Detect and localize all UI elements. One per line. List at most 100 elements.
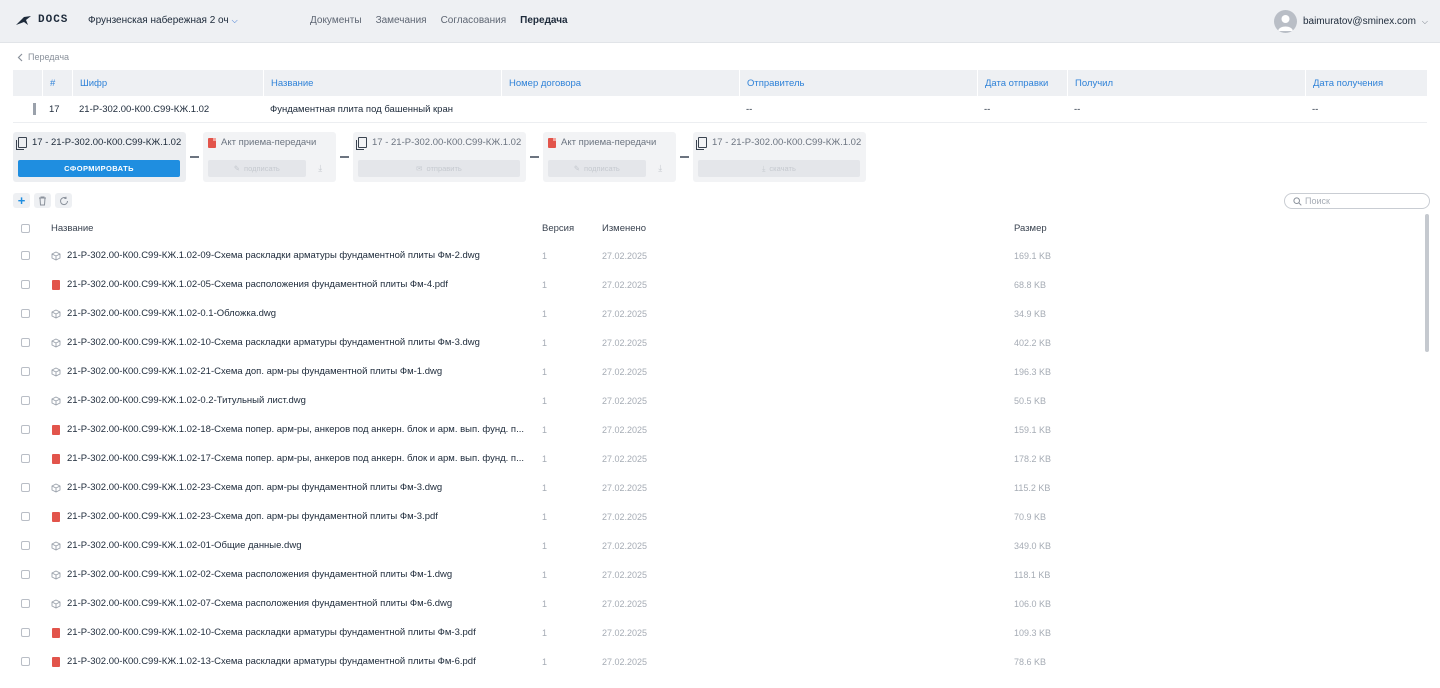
file-toolbar: +	[13, 193, 72, 208]
search-box[interactable]	[1284, 193, 1430, 209]
file-name: 21-Р-302.00-К00.С99-КЖ.1.02-05-Схема рас…	[67, 279, 448, 290]
table-row[interactable]: 21-Р-302.00-К00.С99-КЖ.1.02-23-Схема доп…	[13, 502, 1421, 531]
form-button[interactable]: СФОРМИРОВАТЬ	[18, 160, 180, 177]
step-connector	[186, 156, 203, 158]
table-row[interactable]: 21-Р-302.00-К00.С99-КЖ.1.02-05-Схема рас…	[13, 270, 1421, 299]
logo[interactable]: DOCS	[15, 14, 68, 26]
table-row[interactable]: 21-Р-302.00-К00.С99-КЖ.1.02-0.1-Обложка.…	[13, 299, 1421, 328]
file-name-cell[interactable]: 21-Р-302.00-К00.С99-КЖ.1.02-23-Схема доп…	[51, 482, 542, 493]
row-checkbox[interactable]	[21, 425, 30, 434]
col-header-name[interactable]: Название	[263, 70, 501, 96]
search-input[interactable]	[1305, 196, 1425, 206]
file-size: 118.1 KB	[1014, 569, 1051, 580]
table-row[interactable]: 21-Р-302.00-К00.С99-КЖ.1.02-09-Схема рас…	[13, 241, 1421, 270]
table-row[interactable]: 21-Р-302.00-К00.С99-КЖ.1.02-01-Общие дан…	[13, 531, 1421, 560]
col-header-code[interactable]: Шифр	[72, 70, 263, 96]
col-header-sent-date[interactable]: Дата отправки	[977, 70, 1067, 96]
download-icon[interactable]: ⤓	[310, 160, 331, 177]
col-header-sender[interactable]: Отправитель	[739, 70, 977, 96]
file-version: 1	[542, 424, 548, 435]
row-checkbox[interactable]	[21, 309, 30, 318]
user-icon	[1277, 15, 1293, 31]
download-button[interactable]: ⤓ скачать	[698, 160, 860, 177]
file-version: 1	[542, 453, 548, 464]
table-row[interactable]: 21-Р-302.00-К00.С99-КЖ.1.02-07-Схема рас…	[13, 589, 1421, 618]
table-row[interactable]: 21-Р-302.00-К00.С99-КЖ.1.02-10-Схема рас…	[13, 618, 1421, 647]
transfer-row[interactable]: 17 21-Р-302.00-К00.С99-КЖ.1.02 Фундамент…	[13, 96, 1427, 123]
col-header-received-by[interactable]: Получил	[1067, 70, 1305, 96]
col-header-version[interactable]: Версия	[542, 223, 602, 234]
row-checkbox[interactable]	[21, 657, 30, 666]
project-selector[interactable]: Фрунзенская набережная 2 оч ⌵	[88, 15, 238, 26]
file-name-cell[interactable]: 21-Р-302.00-К00.С99-КЖ.1.02-21-Схема доп…	[51, 366, 542, 377]
file-name-cell[interactable]: 21-Р-302.00-К00.С99-КЖ.1.02-10-Схема рас…	[51, 627, 542, 638]
row-checkbox[interactable]	[21, 512, 30, 521]
row-checkbox[interactable]	[21, 280, 30, 289]
step-sign-act-receiver: Акт приема-передачи ✎ подписать ⤓	[543, 132, 676, 182]
file-version: 1	[542, 395, 548, 406]
breadcrumb-label: Передача	[28, 52, 70, 62]
row-checkbox[interactable]	[21, 541, 30, 550]
table-row[interactable]: 21-Р-302.00-К00.С99-КЖ.1.02-18-Схема поп…	[13, 415, 1421, 444]
download-icon[interactable]: ⤓	[650, 160, 671, 177]
table-row[interactable]: 21-Р-302.00-К00.С99-КЖ.1.02-02-Схема рас…	[13, 560, 1421, 589]
file-name-cell[interactable]: 21-Р-302.00-К00.С99-КЖ.1.02-01-Общие дан…	[51, 540, 542, 551]
col-header-number[interactable]: #	[42, 70, 72, 96]
file-version: 1	[542, 337, 548, 348]
row-checkbox[interactable]	[21, 396, 30, 405]
row-checkbox[interactable]	[21, 570, 30, 579]
nav-documents[interactable]: Документы	[310, 15, 362, 26]
delete-button[interactable]	[34, 193, 51, 208]
file-name-cell[interactable]: 21-Р-302.00-К00.С99-КЖ.1.02-23-Схема доп…	[51, 511, 542, 522]
col-header-modified[interactable]: Изменено	[602, 223, 1014, 234]
file-name-cell[interactable]: 21-Р-302.00-К00.С99-КЖ.1.02-18-Схема поп…	[51, 424, 542, 435]
file-name-cell[interactable]: 21-Р-302.00-К00.С99-КЖ.1.02-05-Схема рас…	[51, 279, 542, 290]
documents-icon	[356, 137, 367, 150]
row-checkbox[interactable]	[21, 599, 30, 608]
row-checkbox[interactable]	[21, 454, 30, 463]
select-all-checkbox[interactable]	[21, 224, 30, 233]
scrollbar-thumb[interactable]	[1425, 214, 1429, 352]
table-row[interactable]: 21-Р-302.00-К00.С99-КЖ.1.02-17-Схема поп…	[13, 444, 1421, 473]
breadcrumb[interactable]: Передача	[17, 52, 69, 62]
nav-transfer[interactable]: Передача	[520, 15, 567, 26]
file-name: 21-Р-302.00-К00.С99-КЖ.1.02-23-Схема доп…	[67, 482, 443, 493]
col-header-file-name[interactable]: Название	[51, 223, 542, 234]
file-size: 109.3 KB	[1014, 627, 1052, 638]
refresh-button[interactable]	[55, 193, 72, 208]
row-checkbox[interactable]	[21, 483, 30, 492]
nav-approvals[interactable]: Согласования	[441, 15, 507, 26]
user-menu[interactable]: baimuratov@sminex.com ⌵	[1273, 10, 1428, 33]
row-checkbox[interactable]	[21, 367, 30, 376]
table-row[interactable]: 21-Р-302.00-К00.С99-КЖ.1.02-10-Схема рас…	[13, 328, 1421, 357]
row-checkbox[interactable]	[21, 338, 30, 347]
file-name-cell[interactable]: 21-Р-302.00-К00.С99-КЖ.1.02-10-Схема рас…	[51, 337, 542, 348]
send-button[interactable]: ✉ отправить	[358, 160, 520, 177]
nav-remarks[interactable]: Замечания	[376, 15, 427, 26]
file-name: 21-Р-302.00-К00.С99-КЖ.1.02-23-Схема доп…	[67, 511, 438, 522]
table-row[interactable]: 21-Р-302.00-К00.С99-КЖ.1.02-23-Схема доп…	[13, 473, 1421, 502]
row-checkbox[interactable]	[21, 628, 30, 637]
table-row[interactable]: 21-Р-302.00-К00.С99-КЖ.1.02-0.2-Титульны…	[13, 386, 1421, 415]
file-version: 1	[542, 279, 548, 290]
file-name-cell[interactable]: 21-Р-302.00-К00.С99-КЖ.1.02-0.2-Титульны…	[51, 395, 542, 406]
sign-button[interactable]: ✎ подписать	[208, 160, 306, 177]
table-row[interactable]: 21-Р-302.00-К00.С99-КЖ.1.02-13-Схема рас…	[13, 647, 1421, 676]
col-header-size[interactable]: Размер	[1014, 223, 1134, 234]
file-modified: 27.02.2025	[602, 424, 648, 435]
file-modified: 27.02.2025	[602, 453, 648, 464]
file-modified: 27.02.2025	[602, 308, 648, 319]
col-header-received-date[interactable]: Дата получения	[1305, 70, 1427, 96]
add-file-button[interactable]: +	[13, 193, 30, 208]
file-name-cell[interactable]: 21-Р-302.00-К00.С99-КЖ.1.02-17-Схема поп…	[51, 453, 542, 464]
sign-button[interactable]: ✎ подписать	[548, 160, 646, 177]
file-name-cell[interactable]: 21-Р-302.00-К00.С99-КЖ.1.02-02-Схема рас…	[51, 569, 542, 580]
file-name-cell[interactable]: 21-Р-302.00-К00.С99-КЖ.1.02-13-Схема рас…	[51, 656, 542, 667]
transfer-number: 17	[49, 103, 60, 115]
file-name-cell[interactable]: 21-Р-302.00-К00.С99-КЖ.1.02-07-Схема рас…	[51, 598, 542, 609]
file-name-cell[interactable]: 21-Р-302.00-К00.С99-КЖ.1.02-0.1-Обложка.…	[51, 308, 542, 319]
table-row[interactable]: 21-Р-302.00-К00.С99-КЖ.1.02-21-Схема доп…	[13, 357, 1421, 386]
row-checkbox[interactable]	[21, 251, 30, 260]
col-header-contract[interactable]: Номер договора	[501, 70, 739, 96]
file-name-cell[interactable]: 21-Р-302.00-К00.С99-КЖ.1.02-09-Схема рас…	[51, 250, 542, 261]
